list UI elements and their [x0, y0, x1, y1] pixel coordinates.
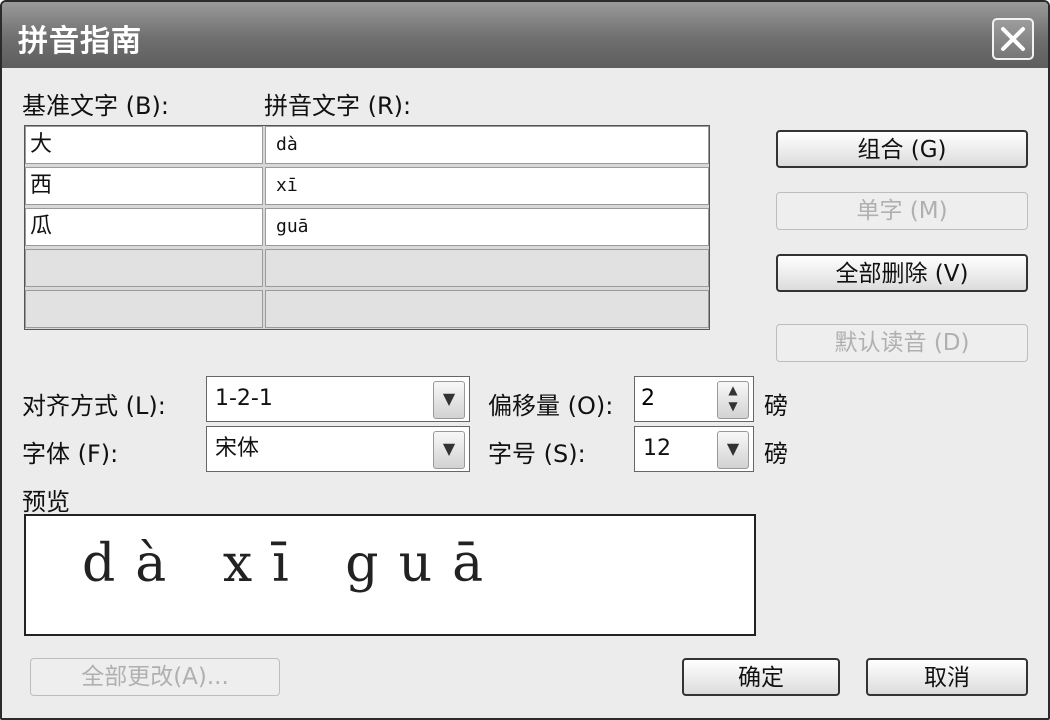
clear-all-button[interactable]: 全部删除 (V) — [776, 254, 1028, 292]
close-icon — [1001, 27, 1025, 51]
grid-row: 瓜 guā — [25, 208, 709, 248]
ruby-text-cell[interactable] — [265, 249, 709, 287]
spinner-arrows-icon[interactable]: ▲ ▼ — [717, 381, 749, 419]
ruby-text-cell[interactable]: dà — [265, 126, 709, 164]
close-button[interactable] — [992, 18, 1034, 60]
font-label: 字体 (F): — [22, 440, 119, 468]
alignment-select[interactable]: 1-2-1 ▼ — [206, 376, 470, 422]
alignment-label: 对齐方式 (L): — [22, 392, 166, 420]
title-bar[interactable]: 拼音指南 — [2, 2, 1048, 68]
default-reading-button[interactable]: 默认读音 (D) — [776, 324, 1028, 362]
text-grid: 大 dà 西 xī 瓜 guā — [24, 125, 710, 330]
grid-row: 大 dà — [25, 126, 709, 166]
base-text-cell[interactable] — [25, 249, 263, 287]
pinyin-guide-dialog: 拼音指南 基准文字 (B): 拼音文字 (R): 大 dà 西 xī 瓜 guā — [0, 0, 1050, 720]
base-text-label: 基准文字 (B): — [22, 92, 169, 120]
ruby-text-cell[interactable]: guā — [265, 208, 709, 246]
ruby-text-cell[interactable]: xī — [265, 167, 709, 205]
chevron-down-icon[interactable]: ▼ — [433, 381, 465, 419]
dialog-title: 拼音指南 — [18, 24, 142, 59]
size-select[interactable]: 12 ▼ — [634, 426, 754, 472]
grid-row: 西 xī — [25, 167, 709, 207]
base-text-cell[interactable] — [25, 290, 263, 328]
preview-pinyin: dà xī guā — [82, 534, 504, 594]
base-text-cell[interactable]: 大 — [25, 126, 263, 164]
ruby-text-cell[interactable] — [265, 290, 709, 328]
grid-row — [25, 249, 709, 289]
base-text-cell[interactable]: 西 — [25, 167, 263, 205]
chevron-down-icon[interactable]: ▼ — [717, 431, 749, 469]
size-unit: 磅 — [764, 440, 788, 468]
offset-unit: 磅 — [764, 392, 788, 420]
chevron-down-icon[interactable]: ▼ — [433, 431, 465, 469]
offset-label: 偏移量 (O): — [488, 392, 614, 420]
font-select[interactable]: 宋体 ▼ — [206, 426, 470, 472]
offset-value: 2 — [641, 386, 655, 411]
ruby-text-label: 拼音文字 (R): — [264, 92, 412, 120]
offset-spinner[interactable]: 2 ▲ ▼ — [634, 376, 754, 422]
size-label: 字号 (S): — [488, 440, 586, 468]
alignment-value: 1-2-1 — [215, 386, 273, 411]
change-all-button[interactable]: 全部更改(A)... — [30, 658, 280, 696]
cancel-button[interactable]: 取消 — [866, 658, 1028, 696]
preview-box: dà xī guā — [24, 514, 756, 636]
preview-label: 预览 — [22, 488, 70, 516]
font-value: 宋体 — [215, 436, 260, 461]
mono-button[interactable]: 单字 (M) — [776, 192, 1028, 230]
ok-button[interactable]: 确定 — [682, 658, 840, 696]
grid-row — [25, 290, 709, 330]
group-button[interactable]: 组合 (G) — [776, 130, 1028, 168]
base-text-cell[interactable]: 瓜 — [25, 208, 263, 246]
size-value: 12 — [643, 436, 671, 461]
